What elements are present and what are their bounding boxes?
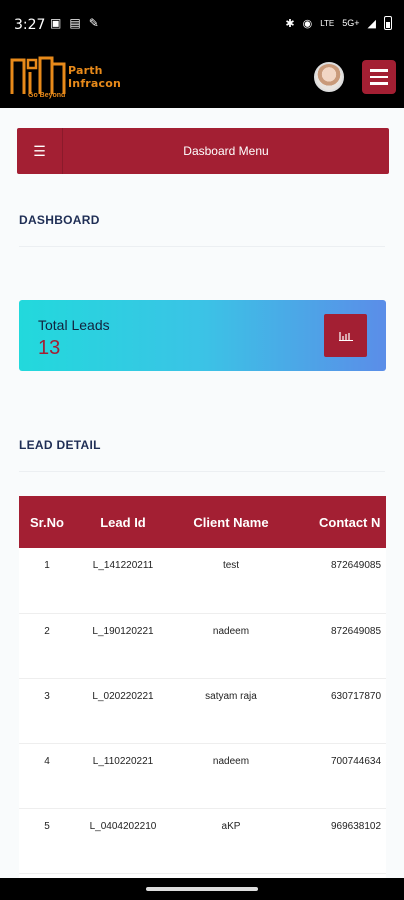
leads-list-button[interactable] bbox=[324, 314, 367, 357]
lead-detail-table-container[interactable]: Sr.No Lead Id Client Name Contact N 1 L_… bbox=[19, 496, 386, 878]
cell-lead-id: L_020220221 bbox=[75, 678, 171, 744]
cell-contact: 700744634 bbox=[291, 743, 386, 809]
message-icon: ▤ bbox=[69, 16, 81, 30]
user-avatar[interactable] bbox=[314, 62, 344, 92]
status-bar: 3:27 ▣ ▤ ✎ ✱ ◉ LTE 5G+ ◢ bbox=[0, 0, 404, 46]
cell-contact: 630717870 bbox=[291, 678, 386, 744]
column-header-sr-no[interactable]: Sr.No bbox=[19, 496, 75, 548]
lead-detail-table: Sr.No Lead Id Client Name Contact N 1 L_… bbox=[19, 496, 386, 874]
bluetooth-icon: ✱ bbox=[285, 17, 295, 30]
cell-client-name: nadeem bbox=[171, 743, 291, 809]
divider bbox=[19, 246, 385, 247]
cell-contact: 872649085 bbox=[291, 548, 386, 614]
status-left-icons: ▣ ▤ ✎ bbox=[50, 16, 99, 30]
main-content: ☰ Dasboard Menu DASHBOARD Total Leads 13… bbox=[0, 108, 404, 878]
volte-icon: LTE bbox=[320, 18, 335, 28]
notification-icon: ✎ bbox=[88, 16, 99, 30]
app-header: Parth Infracon Go Beyond bbox=[0, 46, 404, 108]
table-row[interactable]: 1 L_141220211 test 872649085 bbox=[19, 548, 386, 614]
table-row[interactable]: 4 L_110220221 nadeem 700744634 bbox=[19, 743, 386, 809]
total-leads-card: Total Leads 13 bbox=[19, 300, 386, 371]
status-time: 3:27 bbox=[14, 17, 46, 33]
cell-sr-no: 1 bbox=[19, 548, 75, 614]
dashboard-menu-bar[interactable]: ☰ Dasboard Menu bbox=[17, 128, 389, 174]
total-leads-value: 13 bbox=[38, 337, 61, 359]
system-navigation-bar bbox=[0, 878, 404, 900]
menu-line bbox=[370, 69, 388, 72]
battery-icon bbox=[384, 16, 392, 30]
cell-client-name: satyam raja bbox=[171, 678, 291, 744]
menu-line bbox=[370, 82, 388, 85]
brand-logo[interactable]: Parth Infracon Go Beyond bbox=[8, 52, 158, 102]
column-header-client-name[interactable]: Client Name bbox=[171, 496, 291, 548]
table-row[interactable]: 3 L_020220221 satyam raja 630717870 bbox=[19, 678, 386, 744]
home-gesture-handle[interactable] bbox=[146, 887, 258, 891]
cell-contact: 969638102 bbox=[291, 808, 386, 874]
signal-icon: ◢ bbox=[367, 17, 376, 30]
menu-line bbox=[370, 75, 388, 79]
lead-detail-title: LEAD DETAIL bbox=[19, 438, 101, 452]
table-row[interactable]: 5 L_0404202210 aKP 969638102 bbox=[19, 808, 386, 874]
table-header-row: Sr.No Lead Id Client Name Contact N bbox=[19, 496, 386, 548]
divider bbox=[19, 471, 385, 472]
cell-client-name: nadeem bbox=[171, 613, 291, 679]
brand-name: Parth Infracon bbox=[68, 64, 122, 90]
cell-client-name: aKP bbox=[171, 808, 291, 874]
sim-icon: ▣ bbox=[50, 16, 62, 30]
cell-lead-id: L_141220211 bbox=[75, 548, 171, 614]
cell-lead-id: L_110220221 bbox=[75, 743, 171, 809]
cell-sr-no: 3 bbox=[19, 678, 75, 744]
cell-sr-no: 4 bbox=[19, 743, 75, 809]
cell-sr-no: 5 bbox=[19, 808, 75, 874]
status-right-icons: ✱ ◉ LTE 5G+ ◢ bbox=[285, 16, 392, 30]
table-row[interactable]: 2 L_190120221 nadeem 872649085 bbox=[19, 613, 386, 679]
brand-tagline: Go Beyond bbox=[28, 92, 66, 99]
network-5g-icon: 5G+ bbox=[342, 18, 360, 28]
cell-sr-no: 2 bbox=[19, 613, 75, 679]
dashboard-title: DASHBOARD bbox=[19, 213, 100, 227]
cell-contact: 872649085 bbox=[291, 613, 386, 679]
cell-client-name: test bbox=[171, 548, 291, 614]
cell-lead-id: L_190120221 bbox=[75, 613, 171, 679]
hamburger-menu-button[interactable] bbox=[362, 60, 396, 94]
dashboard-menu-label: Dasboard Menu bbox=[183, 144, 269, 158]
total-leads-label: Total Leads bbox=[38, 317, 110, 333]
column-header-lead-id[interactable]: Lead Id bbox=[75, 496, 171, 548]
cell-lead-id: L_0404202210 bbox=[75, 808, 171, 874]
menu-toggle-icon[interactable]: ☰ bbox=[17, 128, 63, 174]
column-header-contact[interactable]: Contact N bbox=[291, 496, 386, 548]
location-icon: ◉ bbox=[302, 17, 313, 30]
list-icon bbox=[338, 331, 353, 341]
